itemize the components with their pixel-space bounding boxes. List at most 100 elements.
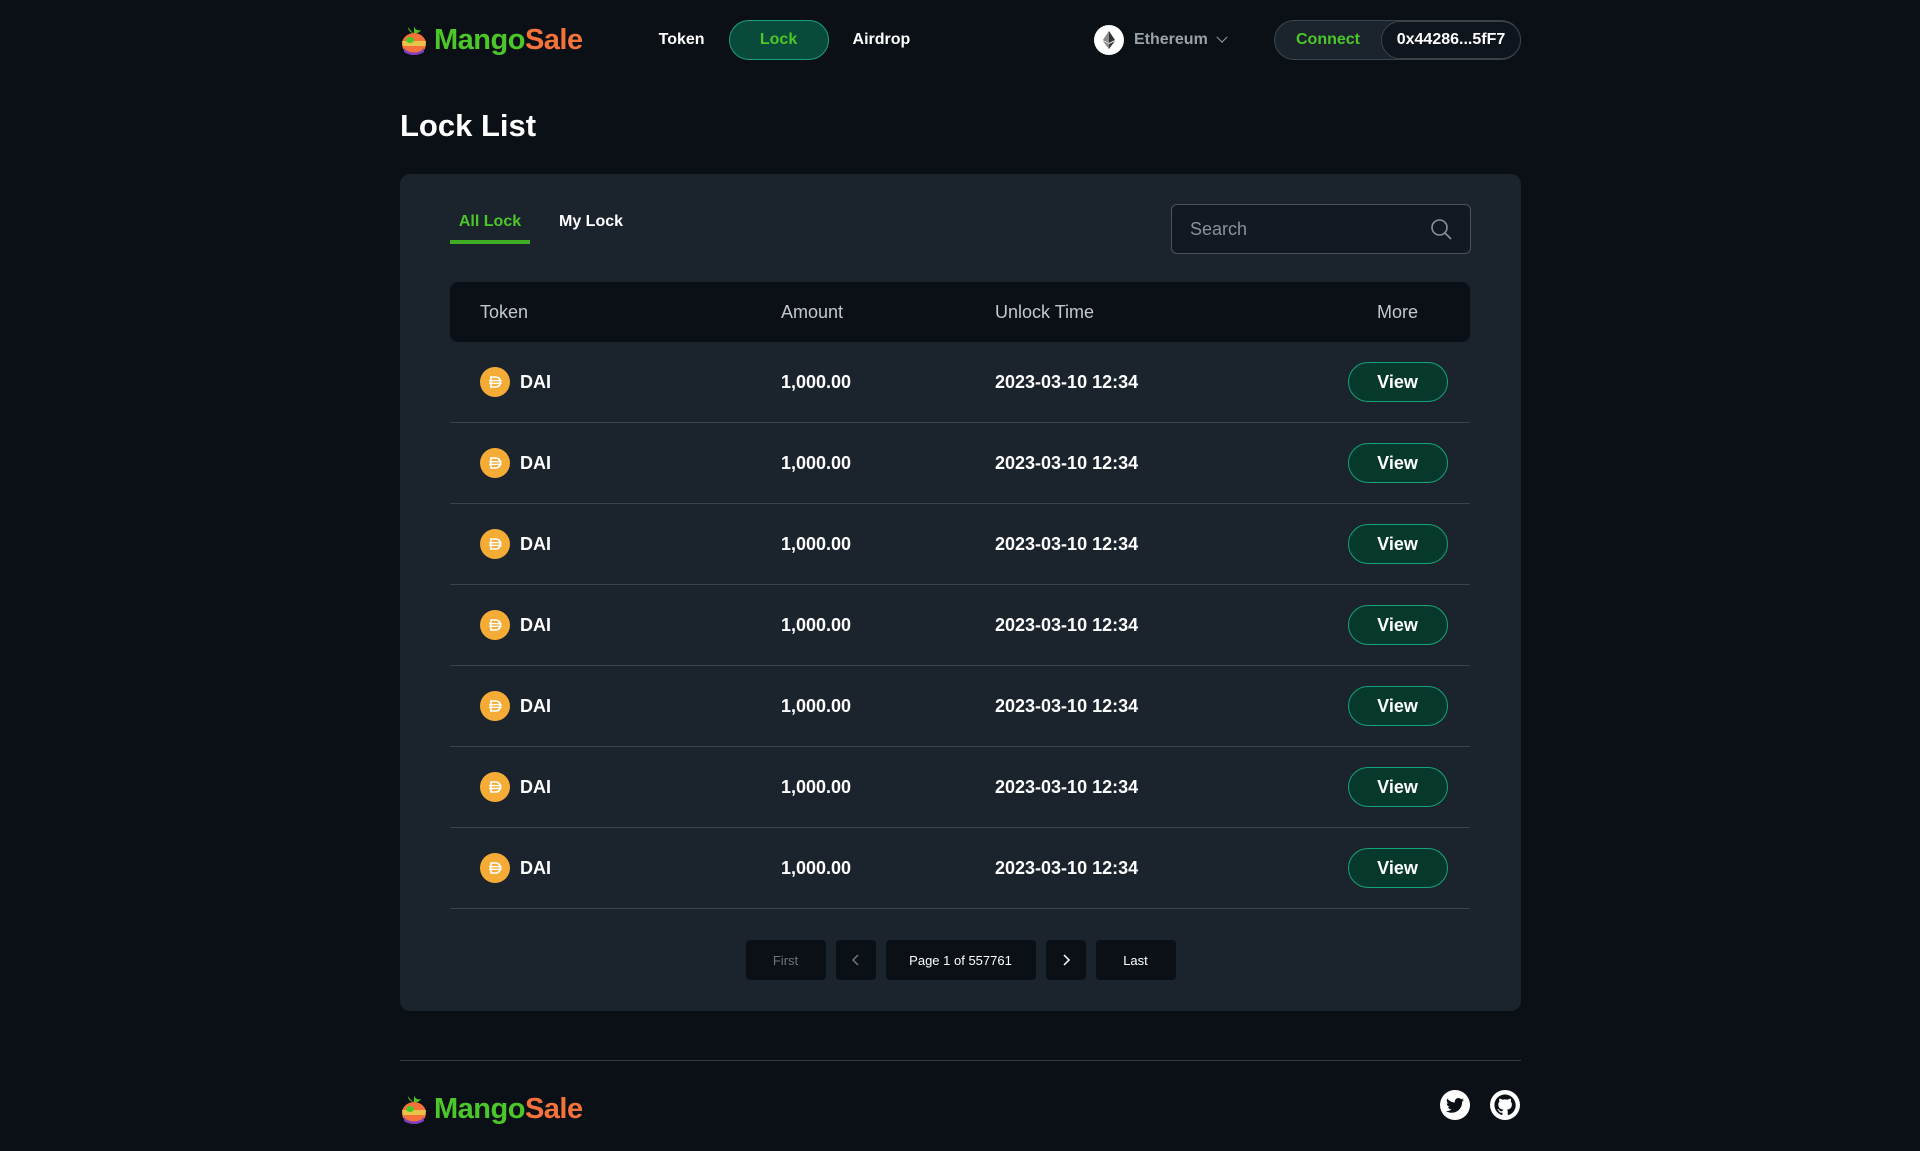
table-row: DAI 1,000.00 2023-03-10 12:34 View (450, 666, 1470, 747)
token-cell: DAI (450, 448, 781, 478)
dai-icon (480, 691, 510, 721)
lock-list-card: All Lock My Lock Token Amount Unlock Tim… (400, 174, 1521, 1011)
token-cell: DAI (450, 691, 781, 721)
view-button[interactable]: View (1347, 443, 1448, 483)
view-button[interactable]: View (1347, 848, 1448, 888)
view-button[interactable]: View (1347, 686, 1448, 726)
table-header: Token Amount Unlock Time More (450, 282, 1470, 342)
amount-cell: 1,000.00 (781, 695, 852, 716)
top-header: MangoSale Token Lock Airdrop Ethereum Co… (400, 19, 1521, 61)
more-cell: View (1325, 362, 1470, 402)
twitter-icon[interactable] (1440, 1090, 1470, 1120)
unlock-time-cell: 2023-03-10 12:34 (995, 776, 1139, 797)
app-root: MangoSale Token Lock Airdrop Ethereum Co… (0, 0, 1920, 1151)
table-row: DAI 1,000.00 2023-03-10 12:34 View (450, 828, 1470, 909)
column-header-more: More (1376, 301, 1418, 322)
brand-logo[interactable]: MangoSale (400, 19, 583, 61)
network-label: Ethereum (1134, 31, 1208, 48)
token-name: DAI (520, 614, 551, 635)
token-name: DAI (520, 857, 551, 878)
tab-all-lock[interactable]: All Lock (450, 204, 530, 244)
amount-cell: 1,000.00 (781, 371, 852, 392)
amount-cell: 1,000.00 (781, 533, 852, 554)
mango-logo-icon (402, 26, 426, 55)
footer-divider (400, 1060, 1521, 1061)
github-icon[interactable] (1490, 1090, 1520, 1120)
token-name: DAI (520, 776, 551, 797)
column-header-unlock-time: Unlock Time (995, 301, 1095, 322)
dai-icon (480, 853, 510, 883)
dai-icon (480, 610, 510, 640)
more-cell: View (1325, 524, 1470, 564)
table-row: DAI 1,000.00 2023-03-10 12:34 View (450, 747, 1470, 828)
table-row: DAI 1,000.00 2023-03-10 12:34 View (450, 504, 1470, 585)
token-name: DAI (520, 452, 551, 473)
prev-page-button[interactable] (835, 940, 876, 980)
table-row: DAI 1,000.00 2023-03-10 12:34 View (450, 342, 1470, 423)
footer-brand-logo[interactable]: MangoSale (400, 1088, 583, 1130)
token-cell: DAI (450, 367, 781, 397)
search-box (1171, 204, 1471, 254)
last-page-button[interactable]: Last (1095, 940, 1176, 980)
chevron-left-icon (851, 954, 859, 966)
dai-icon (480, 529, 510, 559)
amount-cell: 1,000.00 (781, 857, 852, 878)
unlock-time-cell: 2023-03-10 12:34 (995, 533, 1139, 554)
token-cell: DAI (450, 529, 781, 559)
dai-icon (480, 772, 510, 802)
table-row: DAI 1,000.00 2023-03-10 12:34 View (450, 423, 1470, 504)
more-cell: View (1325, 686, 1470, 726)
pagination: First Page 1 of 557761 Last (400, 940, 1521, 980)
view-button[interactable]: View (1347, 605, 1448, 645)
search-icon[interactable] (1430, 218, 1452, 240)
column-header-amount: Amount (781, 301, 844, 322)
lock-table: Token Amount Unlock Time More DAI 1,000.… (450, 282, 1470, 909)
view-button[interactable]: View (1347, 767, 1448, 807)
chevron-right-icon (1062, 954, 1070, 966)
lock-tabs: All Lock My Lock (450, 204, 652, 244)
column-header-token: Token (480, 301, 529, 322)
ethereum-icon (1094, 25, 1124, 55)
token-name: DAI (520, 695, 551, 716)
tab-my-lock[interactable]: My Lock (548, 204, 634, 244)
first-page-button[interactable]: First (745, 940, 826, 980)
wallet-address-button[interactable]: 0x44286...5fF7 (1381, 21, 1521, 59)
nav-token[interactable]: Token (635, 20, 729, 60)
chevron-down-icon (1216, 31, 1228, 43)
search-input[interactable] (1190, 218, 1430, 240)
view-button[interactable]: View (1347, 524, 1448, 564)
table-row: DAI 1,000.00 2023-03-10 12:34 View (450, 585, 1470, 666)
more-cell: View (1325, 605, 1470, 645)
unlock-time-cell: 2023-03-10 12:34 (995, 695, 1139, 716)
amount-cell: 1,000.00 (781, 452, 852, 473)
dai-icon (480, 367, 510, 397)
nav-airdrop[interactable]: Airdrop (829, 20, 935, 60)
more-cell: View (1325, 767, 1470, 807)
main-nav: Token Lock Airdrop (635, 20, 935, 60)
network-selector[interactable]: Ethereum (1094, 25, 1228, 55)
unlock-time-cell: 2023-03-10 12:34 (995, 614, 1139, 635)
token-cell: DAI (450, 853, 781, 883)
nav-lock[interactable]: Lock (728, 20, 829, 60)
amount-cell: 1,000.00 (781, 614, 852, 635)
mango-logo-icon (402, 1095, 426, 1124)
next-page-button[interactable] (1045, 940, 1086, 980)
wallet-widget: Connect 0x44286...5fF7 (1274, 20, 1521, 60)
amount-cell: 1,000.00 (781, 776, 852, 797)
connect-button[interactable]: Connect (1275, 31, 1381, 49)
token-name: DAI (520, 533, 551, 554)
unlock-time-cell: 2023-03-10 12:34 (995, 371, 1139, 392)
dai-icon (480, 448, 510, 478)
brand-name: MangoSale (434, 1092, 583, 1125)
view-button[interactable]: View (1347, 362, 1448, 402)
brand-name: MangoSale (434, 23, 583, 56)
page-title: Lock List (400, 108, 537, 143)
unlock-time-cell: 2023-03-10 12:34 (995, 857, 1139, 878)
token-name: DAI (520, 371, 551, 392)
token-cell: DAI (450, 772, 781, 802)
more-cell: View (1325, 443, 1470, 483)
unlock-time-cell: 2023-03-10 12:34 (995, 452, 1139, 473)
page-indicator: Page 1 of 557761 (885, 940, 1036, 980)
token-cell: DAI (450, 610, 781, 640)
more-cell: View (1325, 848, 1470, 888)
